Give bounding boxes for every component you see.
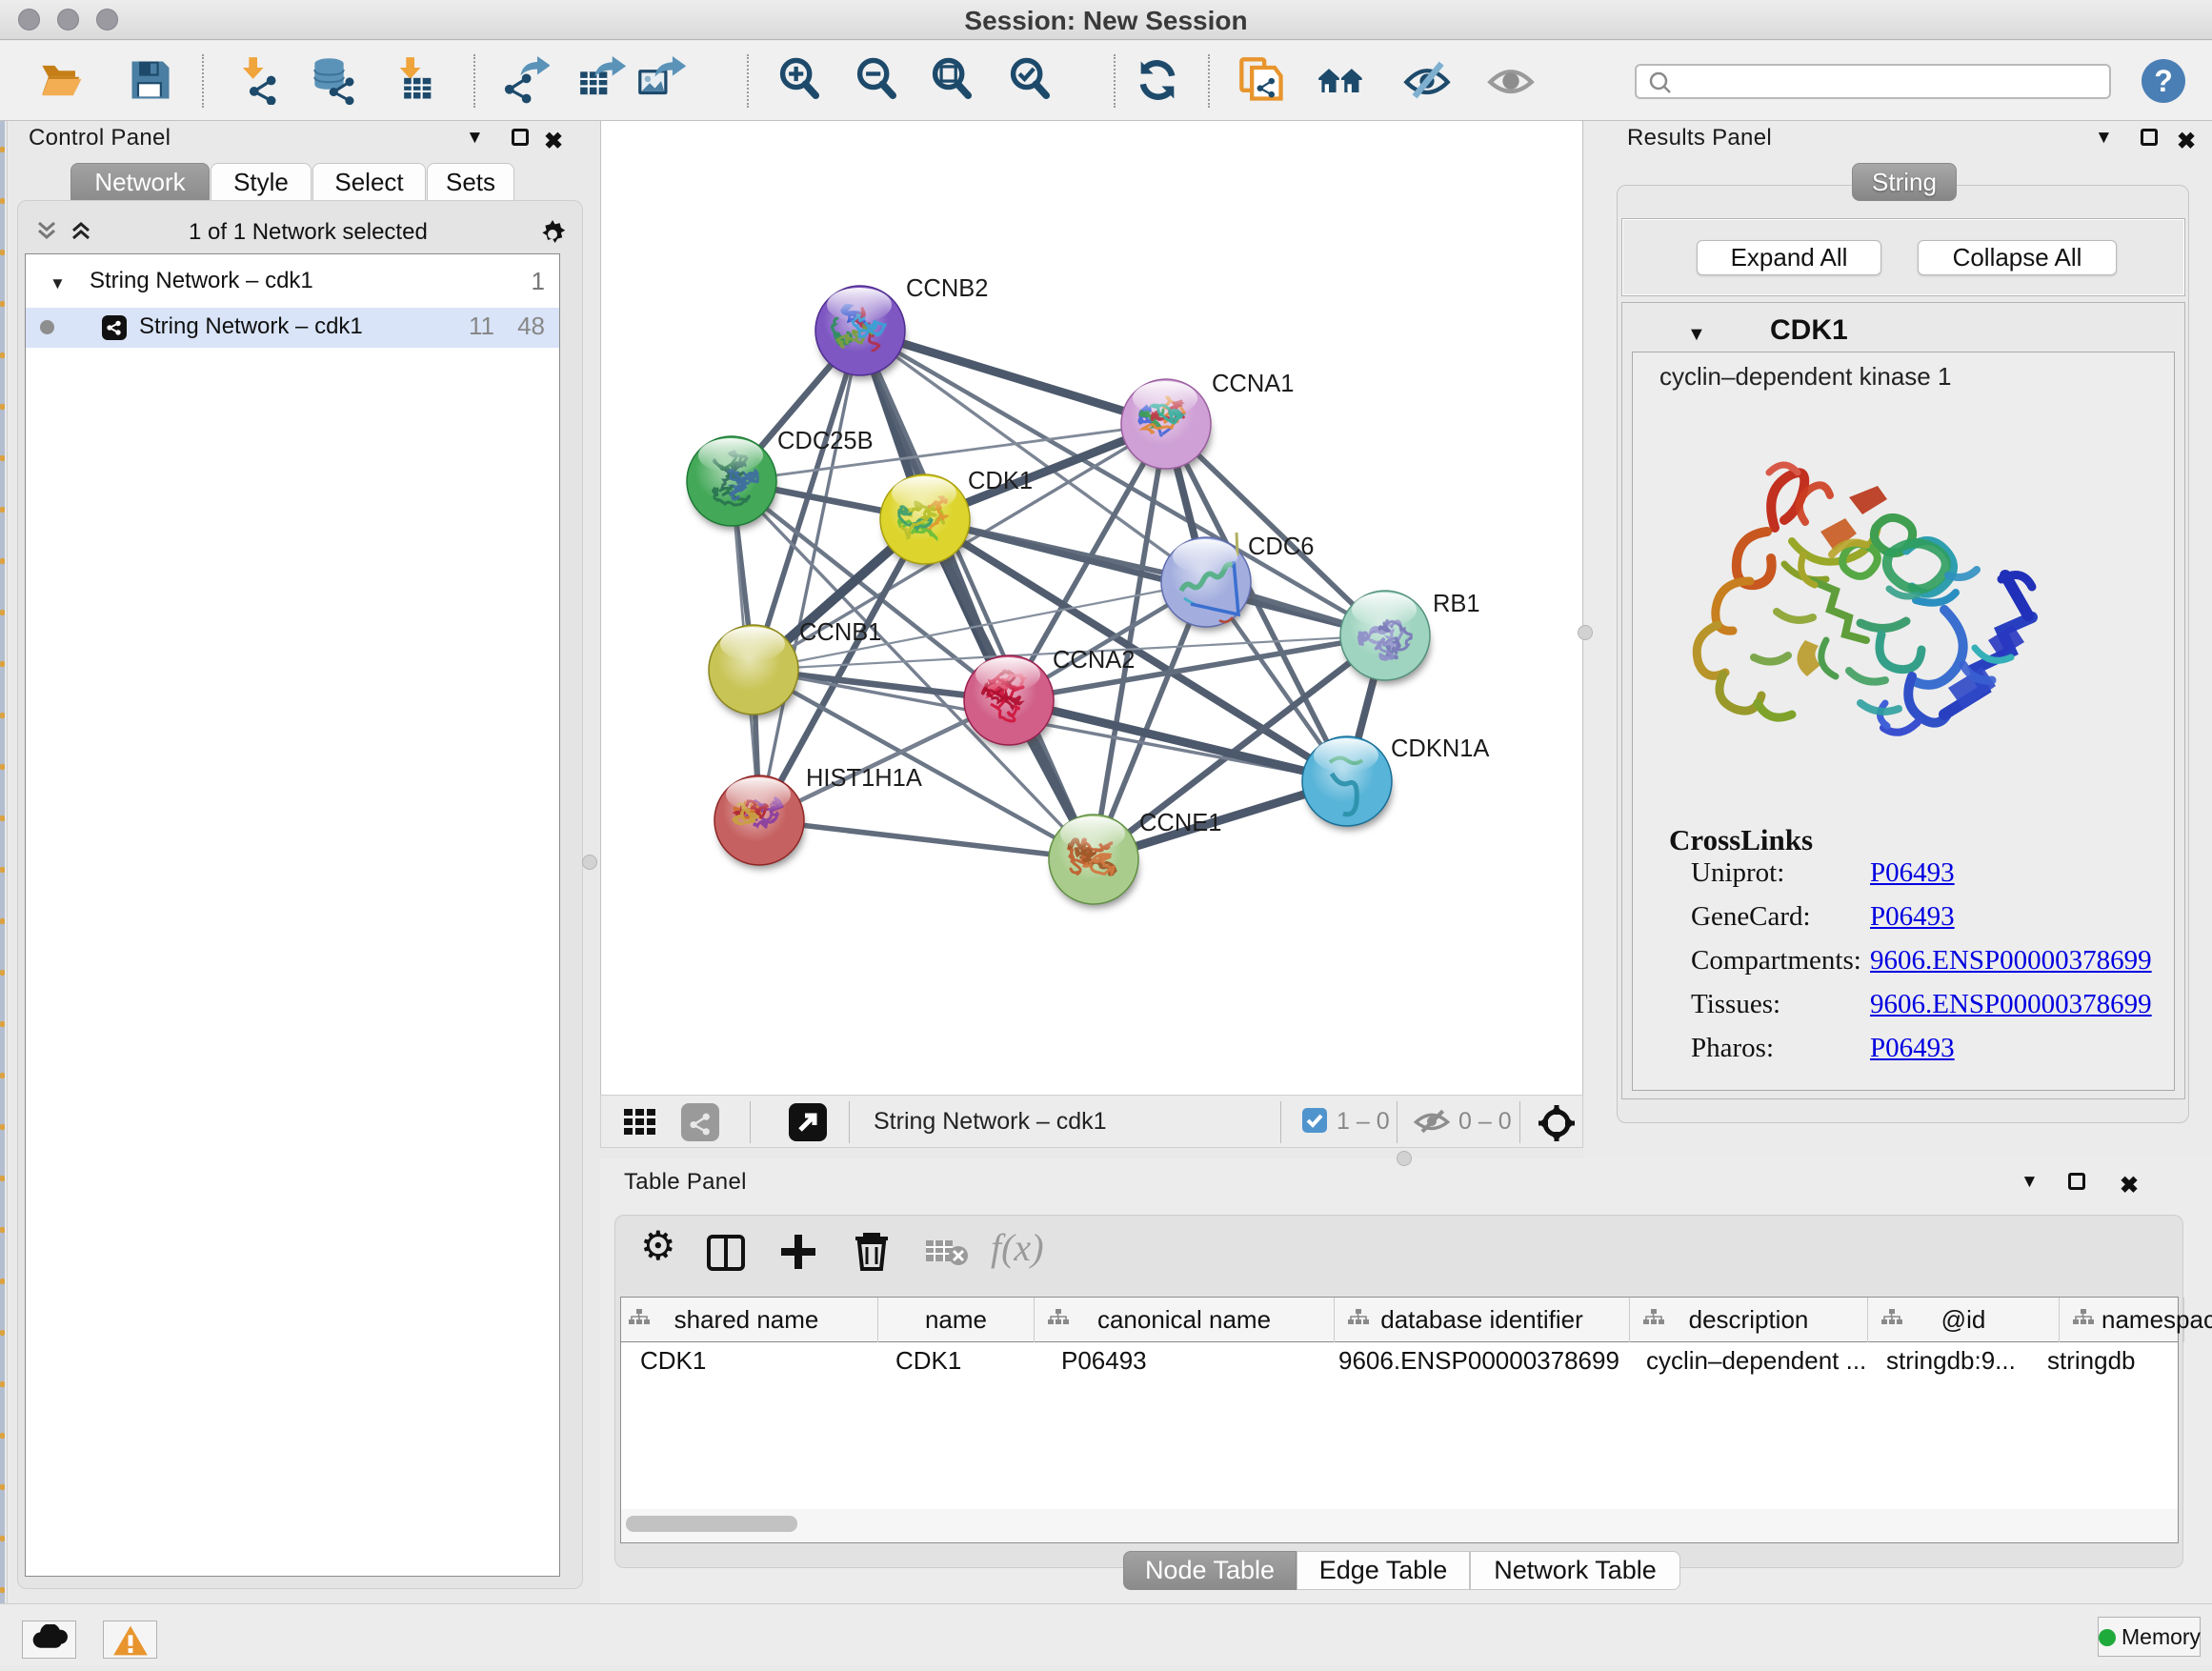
svg-text:CDKN1A: CDKN1A: [1391, 735, 1489, 762]
svg-text:CCNB2: CCNB2: [906, 275, 988, 302]
svg-text:CDK1: CDK1: [968, 468, 1033, 494]
svg-text:CDC6: CDC6: [1248, 534, 1314, 560]
svg-text:RB1: RB1: [1433, 591, 1480, 617]
svg-text:CCNA2: CCNA2: [1053, 647, 1135, 674]
svg-text:HIST1H1A: HIST1H1A: [806, 765, 922, 792]
svg-text:CCNE1: CCNE1: [1139, 810, 1221, 836]
svg-text:CCNB1: CCNB1: [799, 619, 881, 646]
svg-text:CDC25B: CDC25B: [777, 428, 874, 454]
svg-text:CCNA1: CCNA1: [1212, 371, 1294, 397]
